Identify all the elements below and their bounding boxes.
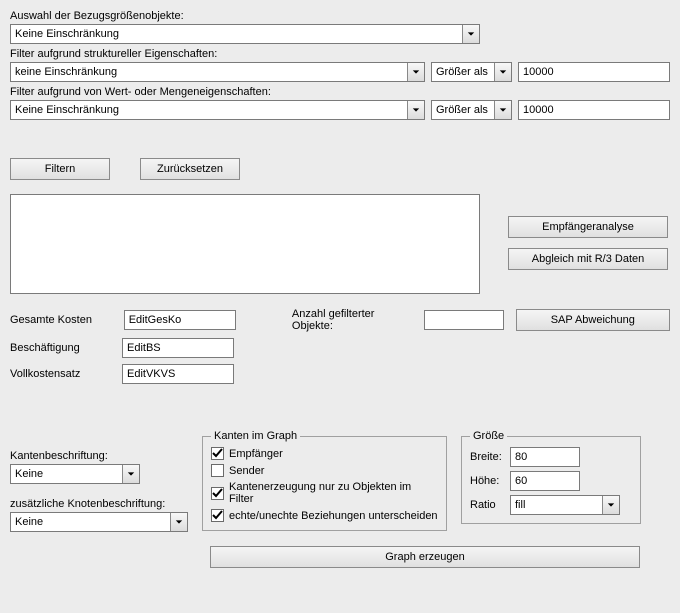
chevron-down-icon [407,101,424,119]
value2-input[interactable] [518,100,670,120]
chevron-down-icon [494,101,511,119]
chevron-down-icon [602,496,619,514]
gesamte-kosten-input[interactable] [124,310,236,330]
breite-label: Breite: [470,451,510,463]
empfaenger-checkbox-label: Empfänger [229,448,283,460]
kantenerzeugung-checkbox-label: Kantenerzeugung nur zu Objekten im Filte… [229,481,438,505]
knotenbeschriftung-select[interactable]: Keine [10,512,188,532]
graph-erzeugen-button[interactable]: Graph erzeugen [210,546,640,568]
sender-checkbox-label: Sender [229,465,264,477]
sender-checkbox[interactable] [211,464,224,477]
echte-unechte-checkbox[interactable] [211,509,224,522]
chevron-down-icon [462,25,479,43]
results-listbox[interactable] [10,194,480,294]
ratio-label: Ratio [470,499,510,511]
beschaeftigung-input[interactable] [122,338,234,358]
anzahl-input[interactable] [424,310,504,330]
filter-strukturell-select[interactable]: keine Einschränkung [10,62,425,82]
beschaeftigung-label: Beschäftigung [10,342,122,354]
kantenerzeugung-checkbox[interactable] [211,487,224,500]
zuruecksetzen-button[interactable]: Zurücksetzen [140,158,240,180]
knotenbeschriftung-label: zusätzliche Knotenbeschriftung: [10,498,188,510]
echte-unechte-checkbox-label: echte/unechte Beziehungen unterscheiden [229,510,438,522]
value1-input[interactable] [518,62,670,82]
gesamte-kosten-label: Gesamte Kosten [10,314,118,326]
auswahl-select[interactable]: Keine Einschränkung [10,24,480,44]
chevron-down-icon [122,465,139,483]
ratio-select[interactable]: fill [510,495,620,515]
sap-abweichung-button[interactable]: SAP Abweichung [516,309,670,331]
anzahl-label: Anzahl gefilterter Objekte: [292,308,414,332]
chevron-down-icon [170,513,187,531]
chevron-down-icon [407,63,424,81]
auswahl-label: Auswahl der Bezugsgrößenobjekte: [10,10,670,22]
kantenbeschriftung-select[interactable]: Keine [10,464,140,484]
empfaengeranalyse-button[interactable]: Empfängeranalyse [508,216,668,238]
abgleich-button[interactable]: Abgleich mit R/3 Daten [508,248,668,270]
kantenbeschriftung-label: Kantenbeschriftung: [10,450,188,462]
vollkostensatz-input[interactable] [122,364,234,384]
chevron-down-icon [494,63,511,81]
comparator2-select[interactable]: Größer als [431,100,512,120]
filter-wert-select[interactable]: Keine Einschränkung [10,100,425,120]
hoehe-label: Höhe: [470,475,510,487]
comparator1-select[interactable]: Größer als [431,62,512,82]
filtern-button[interactable]: Filtern [10,158,110,180]
groesse-legend: Größe [470,430,507,442]
breite-input[interactable] [510,447,580,467]
filter-wert-label: Filter aufgrund von Wert- oder Mengeneig… [10,86,670,98]
hoehe-input[interactable] [510,471,580,491]
filter-strukturell-label: Filter aufgrund struktureller Eigenschaf… [10,48,670,60]
empfaenger-checkbox[interactable] [211,447,224,460]
kanten-im-graph-legend: Kanten im Graph [211,430,300,442]
vollkostensatz-label: Vollkostensatz [10,368,122,380]
